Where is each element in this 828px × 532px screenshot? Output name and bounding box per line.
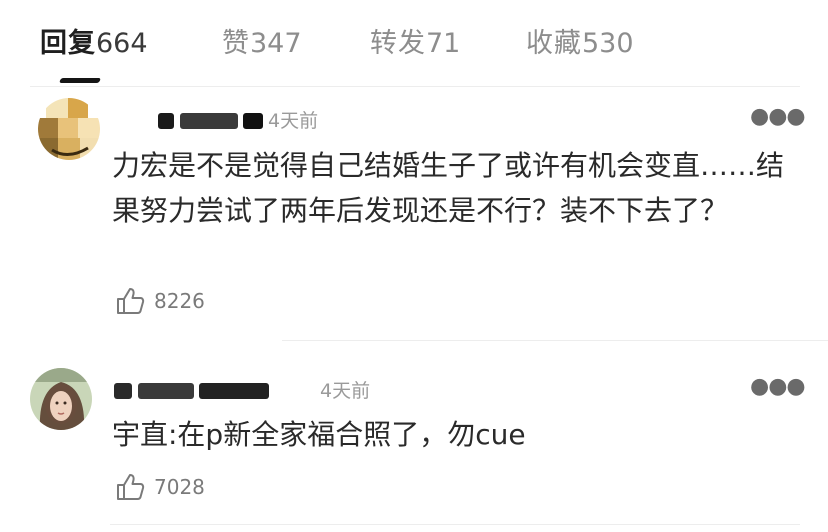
comment-text: 宇直:在p新全家福合照了，勿cue xyxy=(112,418,526,451)
thumbs-up-icon xyxy=(117,288,145,314)
timestamp: 4天前 xyxy=(268,110,319,132)
comment-divider xyxy=(110,524,800,525)
tab-label: 转发 xyxy=(370,28,426,59)
tab-replies[interactable]: 回复664 xyxy=(40,26,148,62)
timestamp: 4天前 xyxy=(320,380,371,402)
tab-divider xyxy=(30,86,800,87)
avatar[interactable] xyxy=(38,98,100,160)
tab-count: 347 xyxy=(250,28,302,59)
username[interactable] xyxy=(114,380,270,406)
more-dots-icon[interactable]: ●●● xyxy=(750,374,806,399)
tab-likes[interactable]: 赞347 xyxy=(222,26,302,62)
tab-favorites[interactable]: 收藏530 xyxy=(526,26,634,62)
thumbs-up-icon xyxy=(117,474,145,500)
tab-count: 71 xyxy=(426,28,461,59)
comment-tabs: 回复664 赞347 转发71 收藏530 xyxy=(0,0,828,90)
like-count: 7028 xyxy=(154,475,205,499)
tab-count: 664 xyxy=(96,28,148,59)
comment-divider xyxy=(282,340,828,341)
username[interactable] xyxy=(158,110,264,136)
comment-text: 力宏是不是觉得自己结婚生子了或许有机会变直……结果努力尝试了两年后发现还是不行？… xyxy=(112,149,785,227)
tab-reposts[interactable]: 转发71 xyxy=(370,26,460,62)
avatar[interactable] xyxy=(30,368,92,430)
like-button[interactable]: 7028 xyxy=(114,470,205,504)
like-count: 8226 xyxy=(154,289,205,313)
tab-label: 收藏 xyxy=(526,28,582,59)
avatar-photo-icon xyxy=(30,368,92,430)
more-dots-icon[interactable]: ●●● xyxy=(750,104,806,129)
active-tab-indicator xyxy=(58,78,102,83)
like-button[interactable]: 8226 xyxy=(114,284,205,318)
tab-label: 赞 xyxy=(222,28,250,59)
tab-count: 530 xyxy=(582,28,634,59)
avatar-mosaic-icon xyxy=(38,98,100,160)
tab-label: 回复 xyxy=(40,28,96,59)
